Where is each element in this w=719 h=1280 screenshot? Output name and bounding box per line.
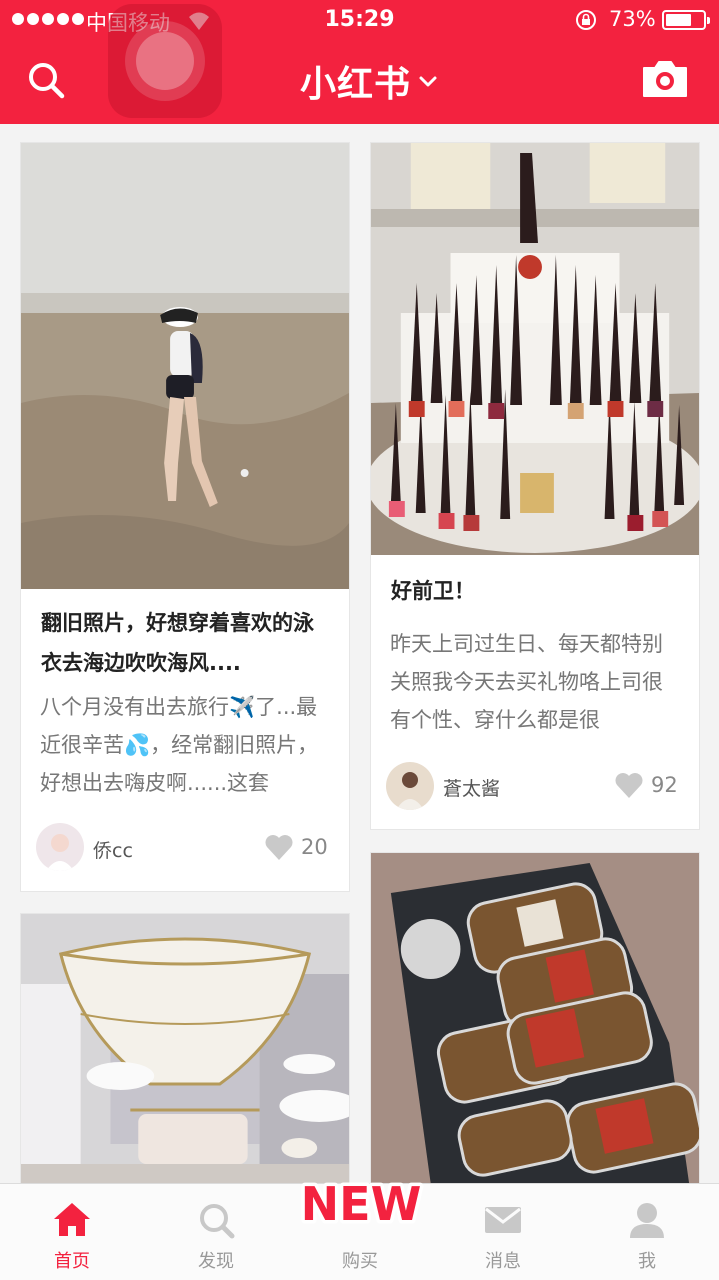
- like-count: 92: [651, 773, 678, 797]
- assistive-touch-icon[interactable]: [108, 4, 222, 118]
- battery-fill: [666, 14, 692, 26]
- app-logo: 小红书: [300, 64, 412, 105]
- tab-label: 消息: [485, 1251, 521, 1272]
- chevron-down-icon: [419, 76, 437, 87]
- new-badge-text: NEW: [301, 1177, 422, 1231]
- tab-label: 我: [638, 1251, 656, 1272]
- tab-label: 首页: [54, 1251, 90, 1272]
- author-name[interactable]: 蒼太酱: [443, 774, 500, 801]
- tab-home[interactable]: 首页: [12, 1184, 132, 1280]
- post-title: 好前卫！: [391, 579, 475, 603]
- feed-card[interactable]: [370, 852, 700, 1202]
- new-badge[interactable]: NEW: [296, 1170, 426, 1235]
- post-description: 昨天上司过生日、每天都特别关照我今天去买礼物咯上司很有个性、穿什么都是很: [390, 632, 663, 732]
- like-count: 20: [301, 835, 328, 859]
- tab-label: 购买: [342, 1251, 378, 1272]
- author-name[interactable]: 侨cc: [93, 836, 133, 863]
- tab-discover[interactable]: 发现: [156, 1184, 276, 1280]
- battery-icon: [662, 10, 710, 30]
- heart-icon[interactable]: [264, 833, 294, 861]
- profile-icon: [630, 1203, 664, 1238]
- author-avatar[interactable]: [36, 823, 84, 871]
- home-icon: [54, 1203, 90, 1236]
- feed-card[interactable]: 好前卫！ 昨天上司过生日、每天都特别关照我今天去买礼物咯上司很有个性、穿什么都是…: [370, 142, 700, 830]
- tab-messages[interactable]: 消息: [443, 1184, 563, 1280]
- author-avatar[interactable]: [386, 762, 434, 810]
- mail-icon: [485, 1207, 521, 1233]
- battery-percent: 73%: [609, 7, 656, 31]
- search-icon[interactable]: [24, 58, 68, 102]
- post-image-snacks: [371, 853, 699, 1183]
- post-description: 八个月没有出去旅行✈️了...最近很辛苦💦，经常翻旧照片，好想出去嗨皮啊....…: [40, 695, 319, 795]
- rotation-lock-icon: [576, 10, 596, 30]
- heart-icon[interactable]: [614, 771, 644, 799]
- app-title-dropdown[interactable]: 小红书: [300, 56, 439, 106]
- camera-icon[interactable]: [640, 58, 690, 100]
- feed-card[interactable]: 翻旧照片，好想穿着喜欢的泳衣去海边吹吹海风.... 八个月没有出去旅行✈️了..…: [20, 142, 350, 892]
- feed-card[interactable]: [20, 913, 350, 1203]
- tab-label: 发现: [198, 1251, 234, 1272]
- tab-profile[interactable]: 我: [587, 1184, 707, 1280]
- post-title: 翻旧照片，好想穿着喜欢的泳衣去海边吹吹海风....: [41, 611, 314, 675]
- battery-cap: [707, 17, 710, 24]
- post-image-beach: [21, 143, 349, 589]
- discover-search-icon: [200, 1204, 235, 1239]
- assistive-touch-ring-inner: [136, 32, 194, 90]
- post-image-nail-polish: [371, 143, 699, 555]
- post-image-balloon-bed: [21, 914, 349, 1184]
